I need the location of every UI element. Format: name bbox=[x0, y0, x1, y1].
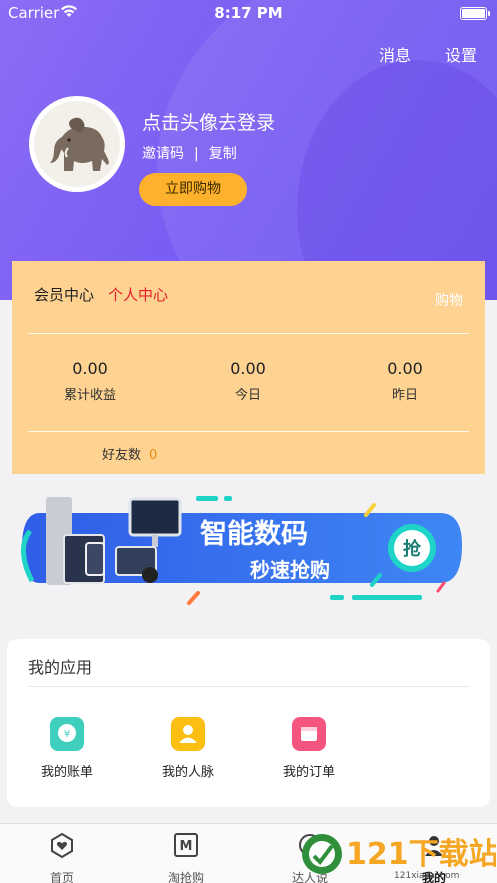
monitor-icon bbox=[128, 497, 182, 537]
stat-label: 今日 bbox=[234, 388, 261, 403]
app-my-bill[interactable]: ¥ 我的账单 bbox=[12, 717, 122, 780]
shop-now-button[interactable]: 立即购物 bbox=[139, 173, 247, 206]
banner-subline: 秒速抢购 bbox=[250, 558, 330, 582]
flash-sale-icon: M bbox=[174, 833, 198, 857]
watermark-logo: 121下载站 121xiazai.com bbox=[302, 834, 496, 881]
member-center-title: 会员中心 bbox=[34, 286, 95, 304]
friends-label: 好友数 bbox=[102, 448, 142, 463]
stat-value: 0.00 bbox=[72, 359, 108, 378]
contacts-icon bbox=[171, 717, 205, 751]
stat-label: 累计收益 bbox=[63, 388, 116, 403]
stat-value: 0.00 bbox=[230, 359, 266, 378]
divider bbox=[28, 431, 469, 432]
invite-row: 邀请码 | 复制 bbox=[142, 143, 237, 163]
tab-label: 首页 bbox=[49, 871, 74, 883]
login-prompt[interactable]: 点击头像去登录 bbox=[142, 108, 275, 135]
copy-button[interactable]: 复制 bbox=[209, 146, 237, 162]
status-bar: Carrier 8:17 PM bbox=[0, 0, 497, 28]
invite-code-label: 邀请码 bbox=[142, 146, 184, 162]
divider bbox=[28, 333, 469, 334]
tab-home[interactable]: 首页 bbox=[12, 832, 112, 883]
friends-count[interactable]: 好友数 0 bbox=[102, 444, 157, 463]
divider bbox=[28, 686, 469, 687]
camera-icon bbox=[142, 567, 158, 583]
stat-label: 昨日 bbox=[391, 388, 418, 403]
shop-link[interactable]: 购物 bbox=[435, 290, 463, 310]
orders-icon bbox=[292, 717, 326, 751]
app-label: 我的账单 bbox=[40, 765, 93, 780]
watermark-url: 121xiazai.com bbox=[394, 871, 459, 881]
app-label: 我的人脉 bbox=[161, 765, 214, 780]
watermark-text: 121下载站 bbox=[346, 837, 496, 872]
app-my-orders[interactable]: 我的订单 bbox=[254, 717, 364, 780]
stat-today: 0.00 今日 bbox=[178, 359, 318, 403]
stat-total-earnings: 0.00 累计收益 bbox=[20, 359, 160, 403]
banner-headline: 智能数码 bbox=[200, 518, 308, 550]
stat-value: 0.00 bbox=[387, 359, 423, 378]
friends-value: 0 bbox=[149, 448, 158, 463]
tab-label: 淘抢购 bbox=[167, 871, 204, 883]
phone-icon bbox=[85, 542, 105, 576]
settings-link[interactable]: 设置 bbox=[445, 42, 477, 66]
banner-badge: 抢 bbox=[403, 538, 422, 560]
bill-icon: ¥ bbox=[50, 717, 84, 751]
clock: 8:17 PM bbox=[214, 4, 283, 22]
promo-banner[interactable]: 智能数码 秒速抢购 抢 bbox=[0, 485, 497, 620]
svg-text:M: M bbox=[180, 839, 193, 854]
app-my-contacts[interactable]: 我的人脉 bbox=[133, 717, 243, 780]
apps-title: 我的应用 bbox=[28, 658, 93, 677]
svg-text:¥: ¥ bbox=[64, 729, 70, 740]
messages-link[interactable]: 消息 bbox=[379, 42, 411, 66]
battery-icon bbox=[460, 7, 490, 20]
stat-yesterday: 0.00 昨日 bbox=[335, 359, 475, 403]
personal-center-label[interactable]: 个人中心 bbox=[108, 284, 168, 305]
home-icon bbox=[51, 832, 73, 859]
avatar[interactable] bbox=[29, 96, 125, 192]
invite-separator: | bbox=[194, 146, 199, 162]
elephant-icon bbox=[50, 117, 109, 171]
my-apps-panel: 我的应用 ¥ 我的账单 我的人脉 我的订单 bbox=[7, 639, 490, 807]
member-card: 会员中心 个人中心 购物 0.00 累计收益 0.00 今日 0.00 昨日 好… bbox=[12, 261, 485, 474]
tab-flash-sale[interactable]: M 淘抢购 bbox=[136, 832, 236, 883]
app-label: 我的订单 bbox=[282, 765, 335, 780]
